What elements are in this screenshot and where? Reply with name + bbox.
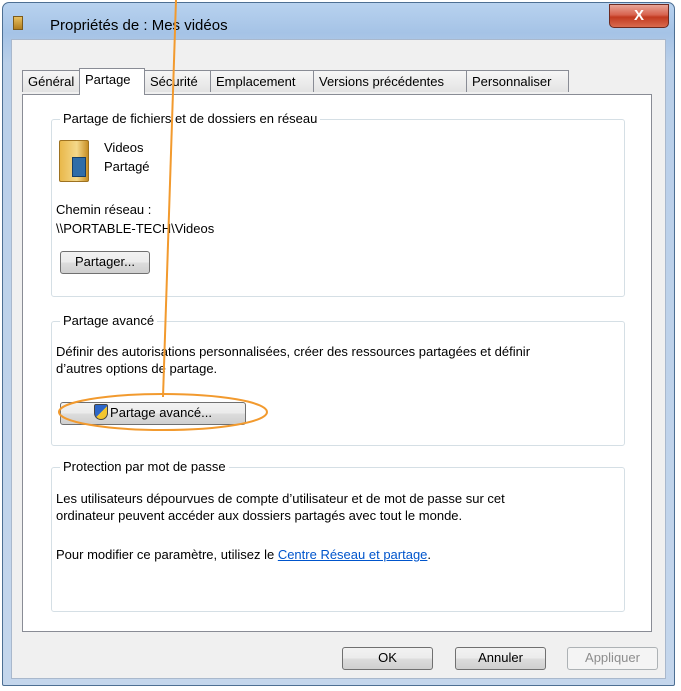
network-share-title: Partage de fichiers et de dossiers en ré…: [60, 111, 321, 126]
password-protection-group: Protection par mot de passe Les utilisat…: [51, 459, 625, 612]
tab-securite[interactable]: Sécurité: [144, 70, 211, 92]
modify-prefix: Pour modifier ce paramètre, utilisez le: [56, 547, 278, 562]
tab-personnaliser[interactable]: Personnaliser: [466, 70, 569, 92]
advanced-share-button-label: Partage avancé...: [110, 405, 212, 420]
cancel-button[interactable]: Annuler: [455, 647, 546, 670]
advanced-share-description-2: d’autres options de partage.: [56, 361, 218, 376]
network-center-link[interactable]: Centre Réseau et partage: [278, 547, 428, 562]
apply-button[interactable]: Appliquer: [567, 647, 658, 670]
tab-emplacement[interactable]: Emplacement: [210, 70, 314, 92]
password-protection-title: Protection par mot de passe: [60, 459, 229, 474]
advanced-share-button[interactable]: Partage avancé...: [60, 402, 246, 425]
network-share-group: Partage de fichiers et de dossiers en ré…: [51, 111, 625, 297]
uac-shield-icon: [94, 404, 109, 420]
folder-name: Videos: [104, 140, 144, 155]
ok-button[interactable]: OK: [342, 647, 433, 670]
modify-setting-text: Pour modifier ce paramètre, utilisez le …: [56, 547, 431, 562]
modify-suffix: .: [427, 547, 432, 562]
share-button[interactable]: Partager...: [60, 251, 150, 274]
folder-share-status: Partagé: [104, 159, 150, 174]
tab-versions-precedentes[interactable]: Versions précédentes: [313, 70, 467, 92]
tab-partage[interactable]: Partage: [79, 68, 145, 95]
password-description-1: Les utilisateurs dépourvues de compte d’…: [56, 491, 505, 506]
title-bar[interactable]: Propriétés de : Mes vidéos X: [3, 3, 674, 39]
window-title: Propriétés de : Mes vidéos: [50, 17, 228, 34]
tab-panel-partage: Partage de fichiers et de dossiers en ré…: [22, 94, 652, 632]
video-folder-icon: [59, 140, 89, 182]
password-description-2: ordinateur peuvent accéder aux dossiers …: [56, 508, 463, 523]
close-button[interactable]: X: [609, 4, 669, 28]
properties-window: Propriétés de : Mes vidéos X Général Par…: [2, 2, 675, 686]
advanced-share-group: Partage avancé Définir des autorisations…: [51, 313, 625, 446]
dialog-client-area: Général Partage Sécurité Emplacement Ver…: [11, 39, 666, 679]
network-path-label: Chemin réseau :: [56, 202, 152, 217]
folder-icon: [13, 16, 23, 30]
advanced-share-description-1: Définir des autorisations personnalisées…: [56, 344, 531, 359]
network-path-value: \\PORTABLE-TECH\Videos: [56, 221, 215, 236]
advanced-share-title: Partage avancé: [60, 313, 158, 328]
tab-general[interactable]: Général: [22, 70, 80, 92]
